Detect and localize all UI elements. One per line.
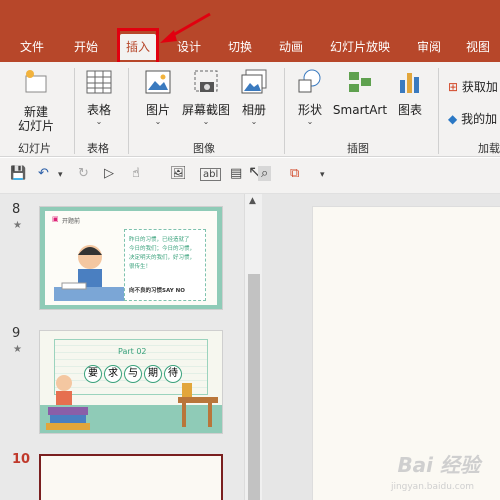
new-slide-icon (25, 70, 47, 93)
picture-label: 图片 (145, 103, 170, 117)
screenshot-label: 屏幕截图 (181, 103, 230, 117)
touch-mode-icon[interactable]: ☝ (132, 166, 140, 181)
new-slide-label-2: 幻灯片 (17, 119, 54, 133)
desk-illustration (178, 383, 218, 427)
store-icon: ⊞ (448, 80, 459, 94)
watermark-subtitle: jingyan.baidu.com (390, 482, 474, 492)
chevron-down-icon: ⌄ (95, 117, 103, 126)
document-icon[interactable]: ▤ (230, 166, 242, 181)
screenshot-icon (194, 70, 218, 92)
part-label: Part 02 (118, 347, 147, 356)
quote-footer: 向不良的习惯SAY NO (129, 288, 185, 294)
group-label-slides: 幻灯片 (18, 142, 51, 155)
photo-album-label: 相册 (241, 103, 266, 117)
tab-review[interactable]: 审阅 (417, 34, 441, 60)
watermark: Bai 经验 (397, 453, 480, 477)
tab-transitions[interactable]: 切换 (228, 34, 252, 60)
textbox-icon[interactable]: abl (200, 168, 222, 181)
my-addins-label: 我的加 (461, 112, 498, 126)
slide-thumbnail-8[interactable]: ▣ 开题前 昨日的习惯，已经造就了 今日的我们；今日的习惯， 决定明天的我们，好… (39, 206, 223, 310)
addins-icon: ◆ (448, 112, 458, 126)
chevron-down-icon: ⌄ (306, 117, 314, 126)
slide-thumbnail-10[interactable] (39, 454, 223, 500)
slide-tag: 开题前 (62, 218, 81, 225)
quote-text: 昨日的习惯，已经造就了 今日的我们；今日的习惯， 决定明天的我们，好习惯， 很传… (129, 236, 195, 272)
start-slideshow-icon[interactable]: ▷ (104, 166, 114, 181)
children-reading-illustration (46, 375, 90, 430)
quote-line: 很传生！ (129, 264, 152, 270)
new-slide-button[interactable]: 新建 幻灯片 (8, 68, 64, 133)
picture-icon (145, 70, 171, 94)
chevron-down-icon: ⌄ (202, 117, 210, 126)
tab-file[interactable]: 文件 (20, 34, 44, 60)
tab-slideshow[interactable]: 幻灯片放映 (330, 34, 390, 60)
new-slide-label-1: 新建 (23, 105, 48, 119)
section-heading: 要求与期待 (84, 361, 182, 383)
slide-panel-scrollbar[interactable]: ▲ (244, 194, 262, 500)
slide-thumbnail-9[interactable]: Part 02 要求与期待 (39, 330, 223, 434)
table-label: 表格 (86, 103, 111, 117)
customize-toolbar-icon[interactable]: ▾ (320, 170, 325, 180)
get-addins-label: 获取加 (461, 80, 498, 94)
redo-icon[interactable]: ↻ (78, 166, 89, 181)
smartart-label: SmartArt (332, 103, 388, 117)
group-label-tables: 表格 (87, 142, 109, 155)
quote-line: 决定明天的我们，好习惯， (129, 255, 196, 261)
scroll-up-icon[interactable]: ▲ (249, 196, 256, 206)
insert-picture-icon[interactable]: 🖼 (170, 166, 187, 181)
smartart-button[interactable]: SmartArt (332, 68, 388, 117)
picture-button[interactable]: 图片 ⌄ (140, 68, 176, 127)
photo-album-button[interactable]: 相册 ⌄ (236, 68, 272, 127)
quick-access-toolbar: 💾 ↶ ▾ ↻ ▷ ☝ 🖼 abl ▤ ↖ ⌕ ⧉ ▾ (0, 158, 500, 194)
group-label-addins: 加载 (478, 142, 500, 155)
slide-panel: 8 ★ ▣ 开题前 昨日的习惯，已经造就了 今日的我们；今日的习惯， 决定明天的… (0, 194, 262, 500)
ribbon: 新建 幻灯片 表格 ⌄ 图片 ⌄ 屏幕截图 ⌄ 相册 ⌄ 形状 ⌄ SmartA… (0, 62, 500, 157)
slide-number: 8 (12, 202, 21, 217)
quote-line: 昨日的习惯，已经造就了 (129, 237, 190, 243)
slide-number: 10 (12, 452, 31, 467)
shapes-button[interactable]: 形状 ⌄ (292, 68, 328, 127)
table-icon (86, 70, 112, 94)
divider (74, 68, 75, 154)
screenshot-qat-icon[interactable]: ⧉ (290, 166, 299, 181)
animation-star-icon: ★ (13, 344, 22, 355)
shapes-label: 形状 (297, 103, 322, 117)
quote-card: 昨日的习惯，已经造就了 今日的我们；今日的习惯， 决定明天的我们，好习惯， 很传… (124, 229, 206, 301)
find-icon[interactable]: ⌕ (258, 166, 272, 181)
tab-view[interactable]: 视图 (466, 34, 490, 60)
heading-char: 与 (124, 365, 142, 383)
group-label-images: 图像 (193, 142, 215, 155)
divider (438, 68, 439, 154)
chart-label: 图表 (397, 103, 422, 117)
tab-home[interactable]: 开始 (74, 34, 98, 60)
chevron-down-icon: ⌄ (154, 117, 162, 126)
my-addins-button[interactable]: ◆ 我的加 (448, 110, 497, 127)
get-addins-button[interactable]: ⊞ 获取加 (448, 78, 498, 95)
quote-line: 今日的我们；今日的习惯， (129, 246, 196, 252)
save-icon[interactable]: 💾 (10, 166, 26, 181)
scrollbar-thumb[interactable] (248, 274, 260, 500)
chevron-down-icon: ⌄ (250, 117, 258, 126)
animation-star-icon: ★ (13, 220, 22, 231)
heading-char: 求 (104, 365, 122, 383)
group-label-illustrations: 插图 (347, 142, 369, 155)
table-button[interactable]: 表格 ⌄ (80, 68, 118, 127)
chart-icon (400, 73, 419, 93)
smartart-icon (349, 72, 371, 92)
heading-char: 期 (144, 365, 162, 383)
photo-album-icon (241, 69, 267, 94)
chart-button[interactable]: 图表 (392, 68, 428, 117)
ribbon-tabs: 文件 开始 插入 设计 切换 动画 幻灯片放映 审阅 视图 (0, 34, 500, 60)
slide-number: 9 (12, 326, 21, 341)
boy-reading-illustration (54, 245, 124, 301)
annotation-arrow (160, 12, 211, 43)
chevron-down-icon[interactable]: ▾ (58, 170, 63, 180)
screenshot-button[interactable]: 屏幕截图 ⌄ (178, 68, 234, 127)
chat-icon: ▣ (52, 215, 59, 223)
divider (128, 68, 129, 154)
shapes-icon (298, 69, 321, 93)
undo-icon[interactable]: ↶ (38, 166, 49, 181)
tab-animations[interactable]: 动画 (279, 34, 303, 60)
divider (284, 68, 285, 154)
